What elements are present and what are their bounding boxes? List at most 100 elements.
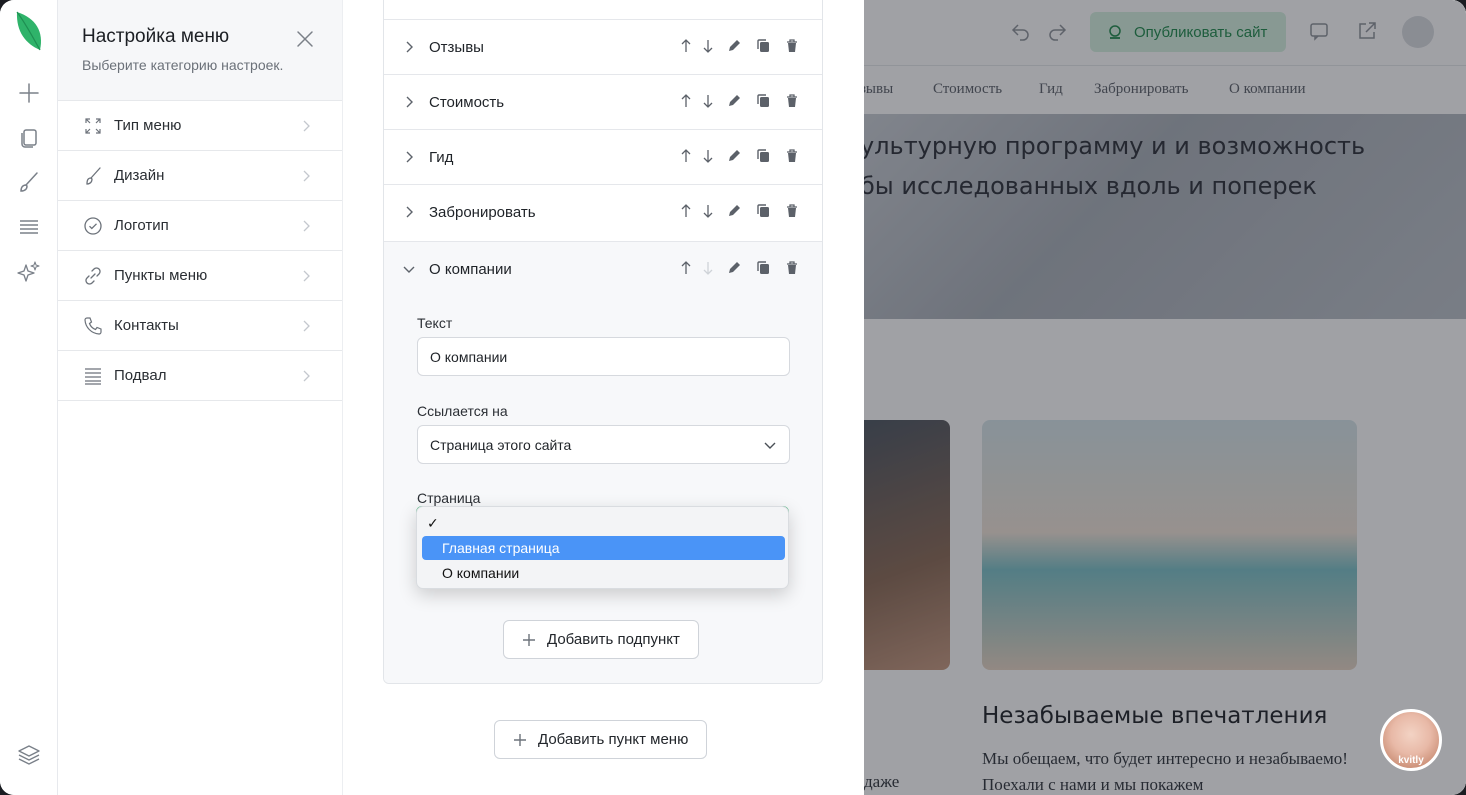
chevron-right-icon[interactable] (402, 205, 416, 219)
category-contacts[interactable]: Контакты (58, 301, 342, 351)
brush-icon[interactable] (16, 169, 42, 195)
expand-icon (82, 115, 104, 137)
close-icon[interactable] (294, 28, 316, 50)
trash-icon[interactable] (782, 201, 802, 221)
menu-item-label: Отзывы (429, 39, 484, 56)
add-icon[interactable] (16, 80, 42, 106)
menu-item-label: О компании (429, 261, 512, 278)
category-label: Тип меню (114, 117, 182, 134)
row-tools (680, 146, 811, 166)
category-label: Логотип (114, 217, 169, 234)
menu-item-label: Забронировать (429, 204, 536, 221)
copy-icon[interactable] (753, 201, 773, 221)
copy-icon[interactable] (753, 91, 773, 111)
dropdown-option[interactable]: О компании (422, 561, 785, 585)
arrow-up-icon[interactable] (680, 201, 692, 221)
add-subitem-label: Добавить подпункт (547, 631, 680, 648)
menu-item-row[interactable]: Забронировать (384, 184, 822, 239)
menu-item-row[interactable]: Гид (384, 129, 822, 184)
chevron-right-icon (303, 220, 310, 232)
chevron-right-icon (303, 320, 310, 332)
chevron-right-icon[interactable] (402, 95, 416, 109)
row-tools (680, 258, 811, 278)
category-design[interactable]: Дизайн (58, 151, 342, 201)
plus-icon (514, 733, 526, 746)
footer-icon (82, 365, 104, 387)
trash-icon[interactable] (782, 146, 802, 166)
link-icon (82, 265, 104, 287)
arrow-down-icon[interactable] (702, 201, 714, 221)
arrow-down-icon[interactable] (702, 91, 714, 111)
menu-items-editor: Отзывы Стоимость Гид Забронировать О ком… (343, 0, 864, 795)
pencil-icon[interactable] (724, 258, 744, 278)
category-footer[interactable]: Подвал (58, 351, 342, 401)
chevron-right-icon (303, 120, 310, 132)
sparkles-icon[interactable] (16, 259, 42, 285)
link-field-label: Ссылается на (417, 403, 508, 419)
row-tools (680, 91, 811, 111)
phone-icon (82, 315, 104, 337)
chevron-right-icon (303, 170, 310, 182)
list-icon[interactable] (16, 214, 42, 240)
plus-icon (523, 633, 535, 646)
settings-subtitle: Выберите категорию настроек. (82, 57, 284, 73)
arrow-up-icon[interactable] (680, 258, 692, 278)
selected-check-icon: ✓ (427, 515, 439, 531)
leaf-logo-icon (16, 11, 42, 51)
dropdown-option[interactable]: Главная страница (422, 536, 785, 560)
text-field-label: Текст (417, 315, 453, 331)
menu-item-label: Стоимость (429, 94, 505, 111)
add-menu-item-label: Добавить пункт меню (538, 731, 689, 748)
category-menu-items[interactable]: Пункты меню (58, 251, 342, 301)
brush-icon (82, 165, 104, 187)
chevron-right-icon[interactable] (402, 40, 416, 54)
category-label: Пункты меню (114, 267, 208, 284)
link-type-value: Страница этого сайта (430, 436, 572, 453)
pencil-icon[interactable] (724, 201, 744, 221)
left-rail (0, 0, 58, 795)
chevron-right-icon[interactable] (402, 150, 416, 164)
arrow-down-icon[interactable] (702, 146, 714, 166)
menu-item-row[interactable]: Отзывы (384, 19, 822, 74)
category-label: Контакты (114, 317, 179, 334)
copy-icon[interactable] (753, 36, 773, 56)
pencil-icon[interactable] (724, 146, 744, 166)
menu-item-row-expanded[interactable]: О компании (384, 242, 822, 297)
menu-settings-panel: Настройка меню Выберите категорию настро… (58, 0, 343, 795)
add-menu-item-button[interactable]: Добавить пункт меню (494, 720, 708, 759)
settings-header: Настройка меню Выберите категорию настро… (58, 0, 342, 101)
arrow-up-icon[interactable] (680, 36, 692, 56)
menu-item-expanded: О компании Текст Ссылается на Страница э… (384, 241, 822, 683)
arrow-down-icon[interactable] (702, 36, 714, 56)
arrow-up-icon[interactable] (680, 91, 692, 111)
trash-icon[interactable] (782, 258, 802, 278)
chevron-down-icon[interactable] (402, 262, 416, 276)
category-label: Дизайн (114, 167, 165, 184)
row-tools (680, 201, 811, 221)
chat-avatar-caption: kvitly (1398, 755, 1424, 766)
app-window: Настройка меню Выберите категорию настро… (0, 0, 1466, 795)
chevron-down-icon (764, 442, 776, 449)
chevron-right-icon (303, 270, 310, 282)
pages-icon[interactable] (16, 124, 42, 150)
page-field-label: Страница (417, 490, 481, 506)
page-dropdown-list: ✓ Главная страница О компании (416, 506, 789, 589)
category-menu-type[interactable]: Тип меню (58, 101, 342, 151)
copy-icon[interactable] (753, 258, 773, 278)
pencil-icon[interactable] (724, 36, 744, 56)
category-logo[interactable]: Логотип (58, 201, 342, 251)
support-chat-avatar[interactable]: kvitly (1380, 709, 1442, 771)
layers-icon[interactable] (16, 742, 42, 768)
link-type-select[interactable]: Страница этого сайта (417, 425, 790, 464)
modal-overlay[interactable] (864, 0, 1466, 795)
add-subitem-button[interactable]: Добавить подпункт (503, 620, 699, 659)
pencil-icon[interactable] (724, 91, 744, 111)
text-input[interactable] (417, 337, 790, 376)
menu-item-row[interactable]: Стоимость (384, 74, 822, 129)
arrow-up-icon[interactable] (680, 146, 692, 166)
copy-icon[interactable] (753, 146, 773, 166)
settings-title: Настройка меню (82, 26, 230, 47)
trash-icon[interactable] (782, 91, 802, 111)
trash-icon[interactable] (782, 36, 802, 56)
chevron-right-icon (303, 370, 310, 382)
